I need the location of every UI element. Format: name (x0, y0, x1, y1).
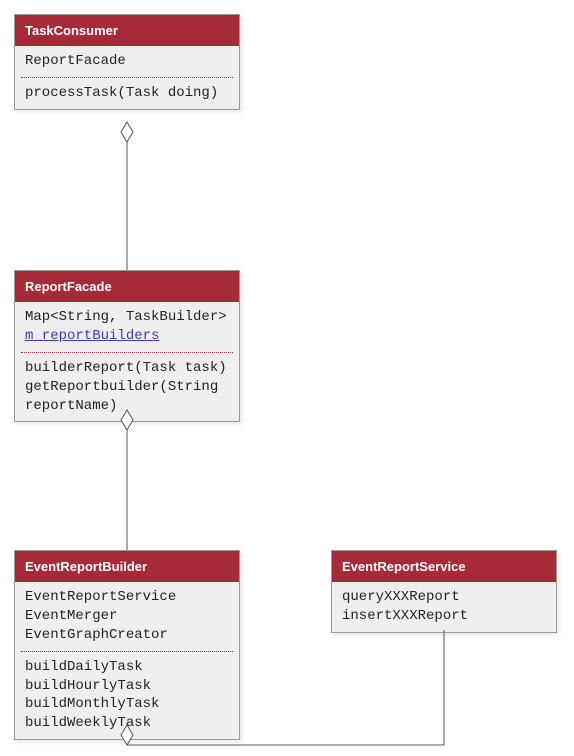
class-operations: buildDailyTask buildHourlyTask buildMont… (15, 652, 239, 740)
operation: getReportbuilder(String (25, 378, 229, 397)
attribute: EventReportService (25, 588, 229, 607)
class-operations: queryXXXReport insertXXXReport (332, 582, 556, 632)
class-operations: processTask(Task doing) (15, 78, 239, 109)
operation: buildDailyTask (25, 658, 229, 677)
attribute: EventGraphCreator (25, 626, 229, 645)
attribute-link-text: m_reportBuilders (25, 328, 159, 344)
class-report-facade: ReportFacade Map<String, TaskBuilder> m_… (14, 270, 240, 422)
operation: insertXXXReport (342, 607, 546, 626)
operation: buildHourlyTask (25, 677, 229, 696)
class-event-report-builder: EventReportBuilder EventReportService Ev… (14, 550, 240, 740)
class-operations: builderReport(Task task) getReportbuilde… (15, 353, 239, 422)
attribute: ReportFacade (25, 52, 229, 71)
class-header: EventReportBuilder (15, 551, 239, 582)
operation: builderReport(Task task) (25, 359, 229, 378)
aggregation-reportfacade-eventreportbuilder (121, 410, 133, 550)
class-header: EventReportService (332, 551, 556, 582)
class-attributes: Map<String, TaskBuilder> m_reportBuilder… (15, 302, 239, 352)
class-attributes: EventReportService EventMerger EventGrap… (15, 582, 239, 651)
aggregation-taskconsumer-reportfacade (121, 122, 133, 270)
class-header: TaskConsumer (15, 15, 239, 46)
class-task-consumer: TaskConsumer ReportFacade processTask(Ta… (14, 14, 240, 110)
operation: reportName) (25, 397, 229, 416)
class-header: ReportFacade (15, 271, 239, 302)
class-event-report-service: EventReportService queryXXXReport insert… (331, 550, 557, 633)
class-attributes: ReportFacade (15, 46, 239, 77)
attribute-link: m_reportBuilders (25, 327, 229, 346)
attribute: EventMerger (25, 607, 229, 626)
operation: buildMonthlyTask (25, 695, 229, 714)
operation: queryXXXReport (342, 588, 546, 607)
operation: processTask(Task doing) (25, 84, 229, 103)
attribute: Map<String, TaskBuilder> (25, 308, 229, 327)
operation: buildWeeklyTask (25, 714, 229, 733)
